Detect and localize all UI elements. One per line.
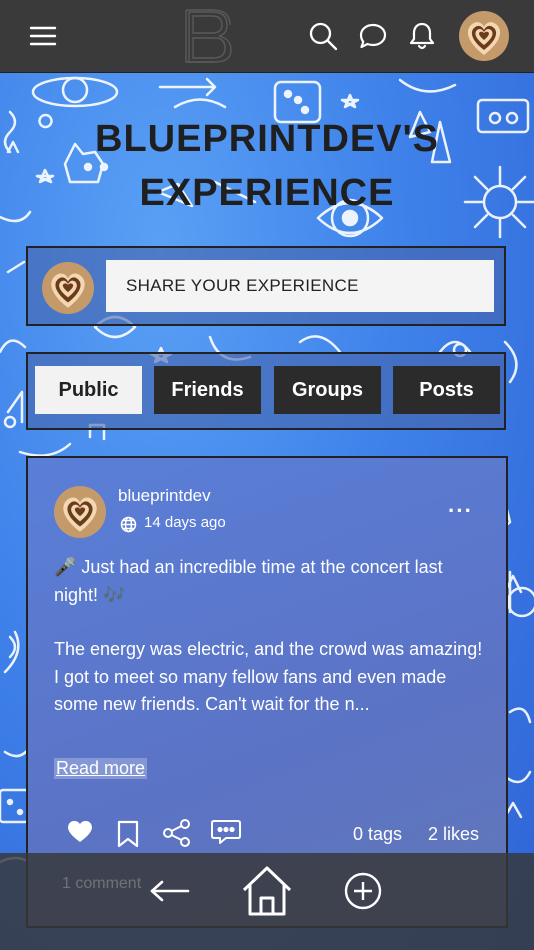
b-logo-icon[interactable] [183,8,237,64]
post-content: 🎤 Just had an incredible time at the con… [54,554,490,719]
post-tag-count[interactable]: 0 tags [353,824,402,845]
bottom-navigation-bar: 1 comment [0,853,534,950]
read-more-link[interactable]: Read more [54,758,148,779]
comment-icon[interactable] [210,818,242,851]
page-title: BLUEPRINTDEV'S EXPERIENCE [0,112,534,220]
post-like-count[interactable]: 2 likes [428,824,479,845]
post-username[interactable]: blueprintdev [118,486,211,506]
bell-icon[interactable] [402,16,442,56]
bookmark-icon[interactable] [116,820,140,853]
user-avatar[interactable] [459,11,509,61]
page-title-line1: BLUEPRINTDEV'S [95,118,439,160]
back-arrow-icon[interactable] [148,876,192,911]
share-experience-input[interactable]: SHARE YOUR EXPERIENCE [106,260,494,312]
home-icon[interactable] [240,864,294,923]
share-panel: SHARE YOUR EXPERIENCE [26,246,506,326]
globe-icon [120,516,137,538]
tab-public[interactable]: Public [35,366,142,414]
chat-bubble-icon[interactable] [353,16,393,56]
post-author-avatar[interactable] [54,486,106,538]
feed-tabs: Public Friends Groups Posts [26,352,506,430]
post-text-line1: 🎤 Just had an incredible time at the con… [54,557,443,605]
top-navigation-bar [0,0,534,73]
tab-friends[interactable]: Friends [154,366,261,414]
post-comment-count[interactable]: 1 comment [62,875,141,893]
page-title-line2: EXPERIENCE [139,172,395,214]
search-icon[interactable] [303,16,343,56]
share-icon[interactable] [162,818,192,853]
like-heart-icon[interactable] [66,818,94,849]
post-timestamp: 14 days ago [144,514,226,531]
hamburger-menu-icon[interactable] [23,16,63,56]
post-text-line2: The energy was electric, and the crowd w… [54,639,483,714]
share-avatar-icon [42,262,94,314]
tab-groups[interactable]: Groups [274,366,381,414]
tab-posts[interactable]: Posts [393,366,500,414]
add-post-icon[interactable] [343,871,383,916]
post-more-options-icon[interactable]: ··· [448,498,473,524]
